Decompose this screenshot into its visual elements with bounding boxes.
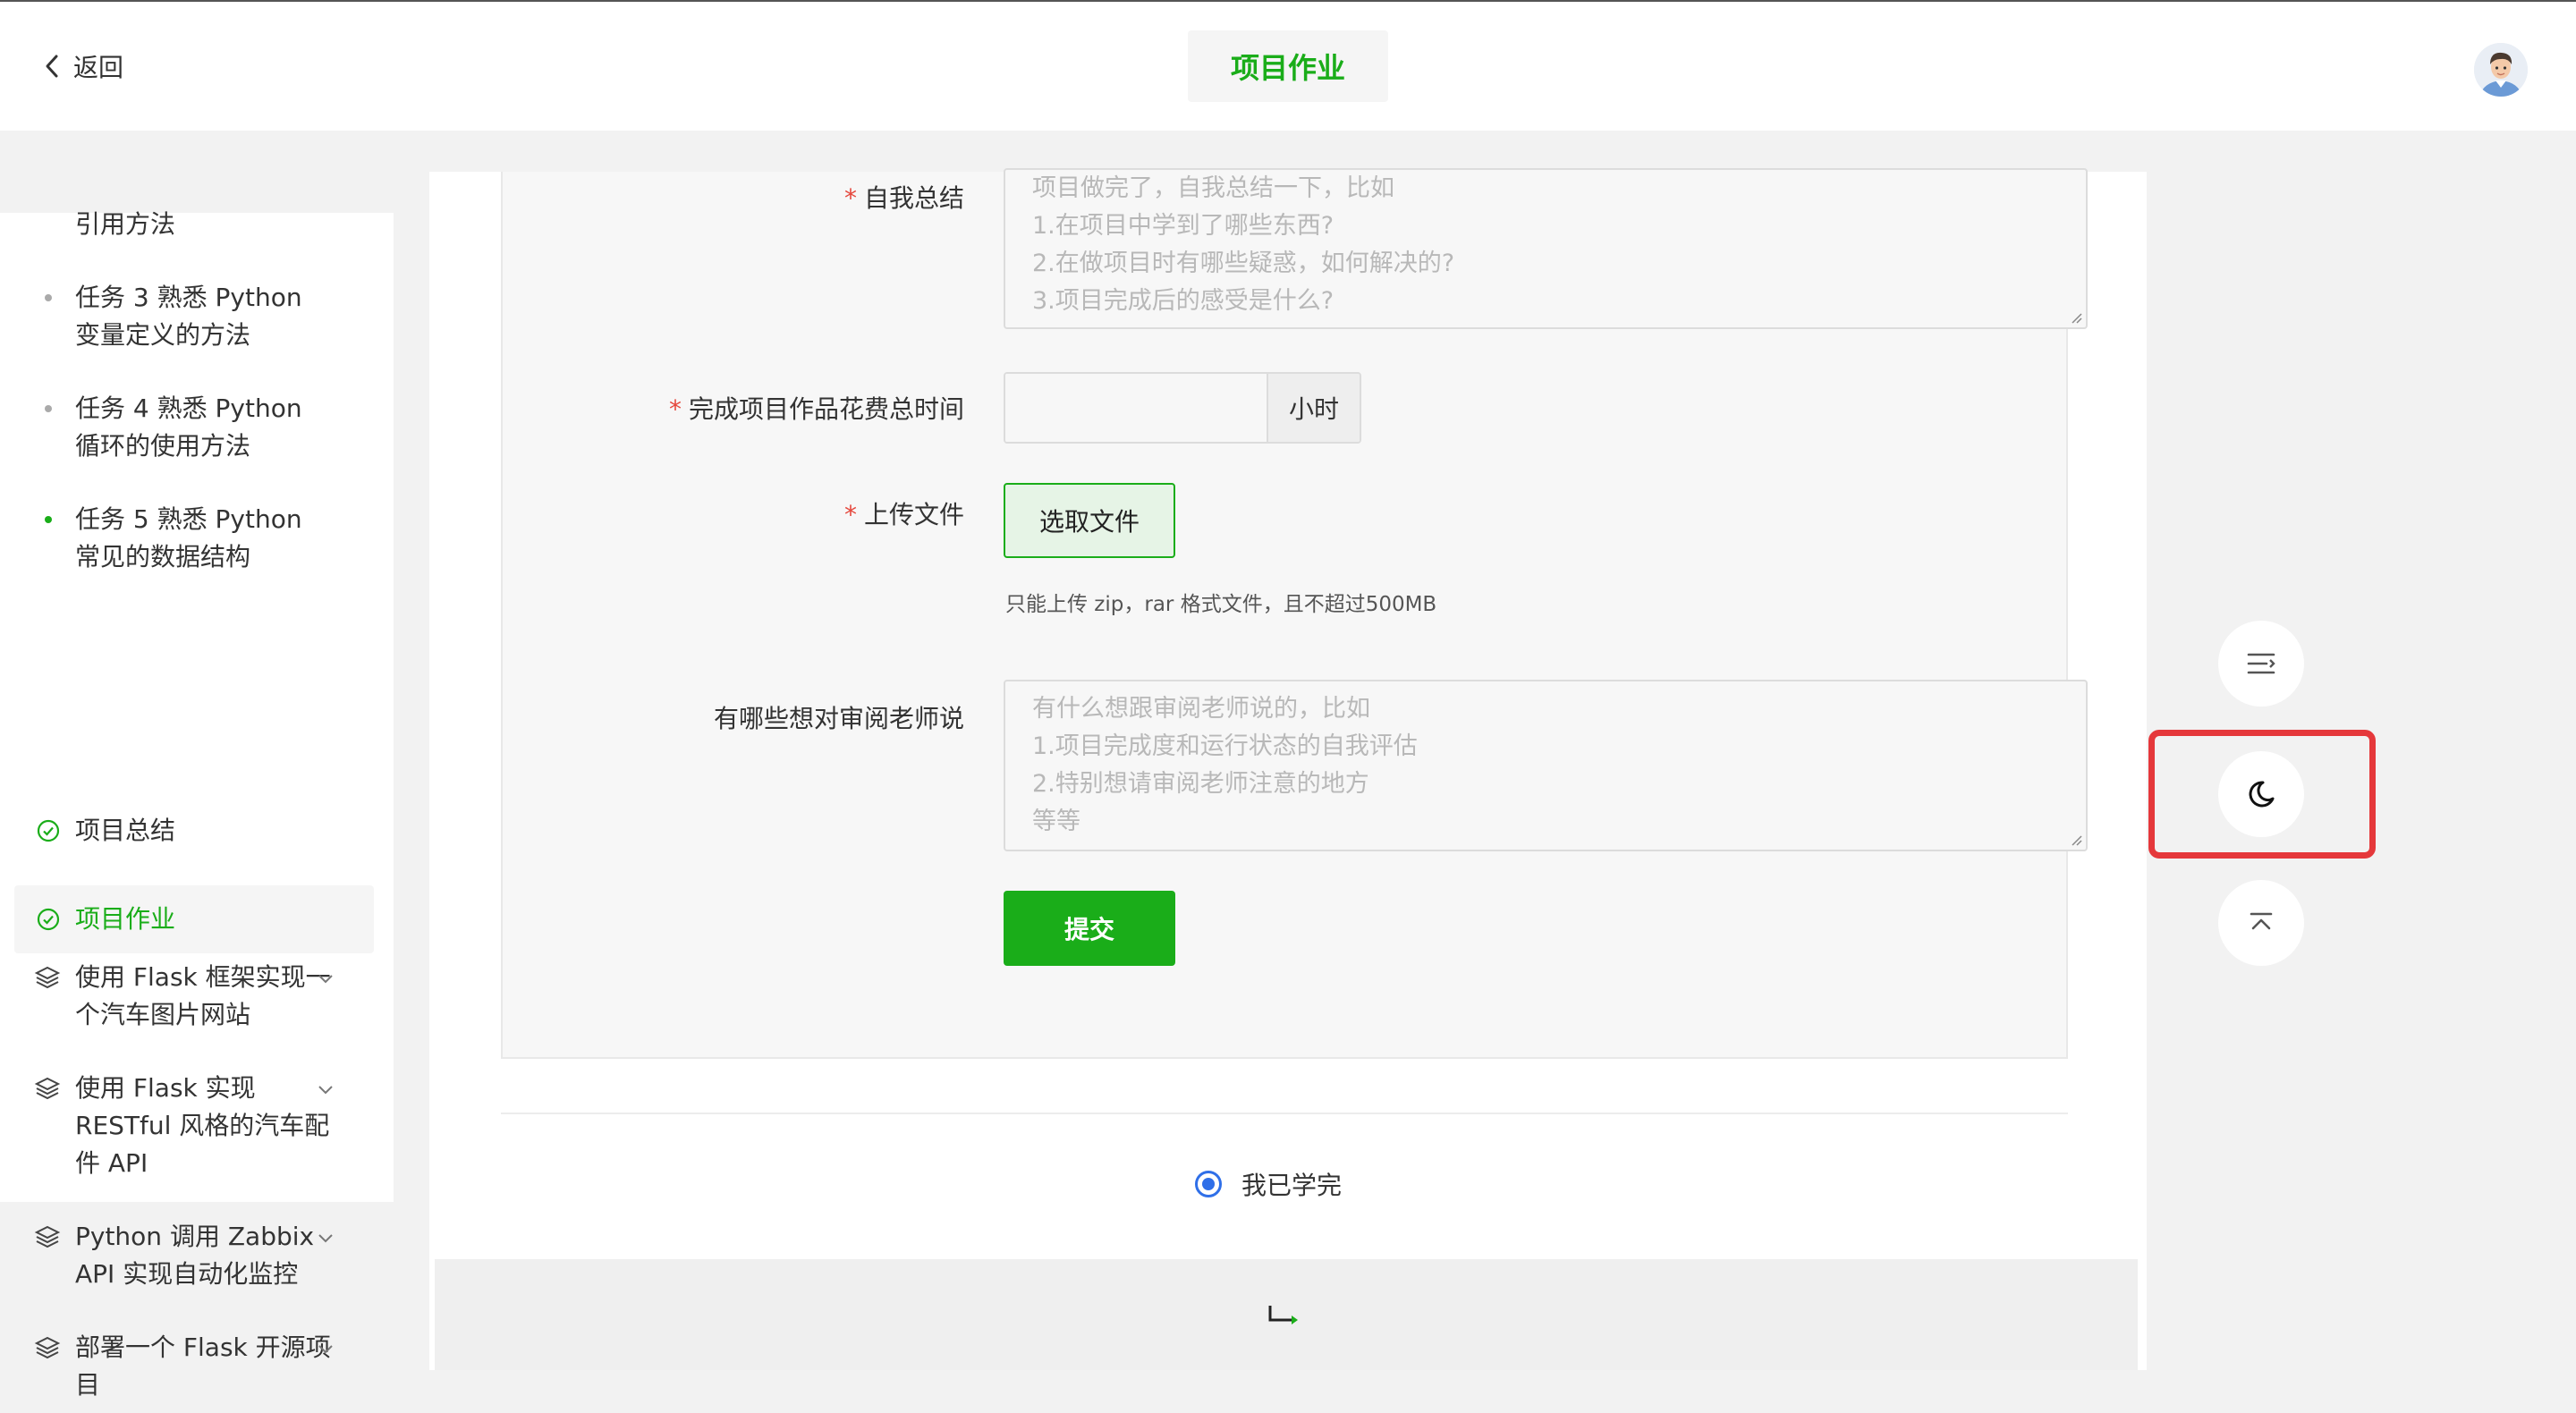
bullet-dot [45,405,52,412]
back-to-top-button[interactable] [2218,880,2304,966]
upload-label-text: 上传文件 [863,500,964,529]
outline-toggle-button[interactable] [2218,621,2304,706]
sidebar-item-flask-restful[interactable]: 使用 Flask 实现 RESTful 风格的汽车配件 API [0,1070,394,1182]
chevron-down-icon[interactable] [315,1079,336,1100]
sidebar-item-project-homework[interactable]: 项目作业 [0,885,394,953]
sidebar-item-label: 使用 Flask 框架实现一个汽车图片网站 [75,962,331,1029]
summary-placeholder-line-4: 3.项目完成后的感受是什么? [1032,287,1335,315]
sidebar-item-label: 任务 4 熟悉 Python 循环的使用方法 [75,393,302,461]
sidebar-item-0[interactable]: 引用方法 [0,206,394,243]
homework-form: * 自我总结 项目做完了，自我总结一下，比如 1.在项目中学到了哪些东西? 2.在… [501,168,2088,1059]
chevron-down-icon[interactable] [315,1338,336,1359]
upload-label: * 上传文件 [844,495,964,531]
completed-label: 我已学完 [1241,1171,1343,1200]
summary-placeholder-line-3: 2.在做项目时有哪些疑惑，如何解决的? [1032,250,1455,277]
completed-radio[interactable]: 我已学完 [1195,1166,1342,1202]
summary-textarea[interactable]: 项目做完了，自我总结一下，比如 1.在项目中学到了哪些东西? 2.在做项目时有哪… [1004,168,2088,329]
footer-next-bar [435,1259,2138,1370]
required-mark: * [668,394,682,424]
summary-label-text: 自我总结 [863,183,964,213]
hours-input[interactable] [1005,374,1267,442]
note-placeholder-line-2: 1.项目完成度和运行状态的自我评估 [1032,732,1418,760]
top-header: 返回 项目作业 [0,2,2576,131]
back-button[interactable]: 返回 [39,48,123,84]
course-outline-sidebar: 引用方法 任务 3 熟悉 Python 变量定义的方法 任务 4 熟悉 Pyth… [0,209,394,1400]
chevron-left-icon [46,55,58,78]
bullet-dot [45,294,52,301]
sidebar-item-project-summary[interactable]: 项目总结 [0,812,394,850]
user-avatar[interactable] [2474,43,2528,97]
back-to-top-icon [2250,912,2273,930]
turn-arrow-icon[interactable] [1267,1302,1302,1327]
reviewer-note-textarea[interactable]: 有什么想跟审阅老师说的，比如 1.项目完成度和运行状态的自我评估 2.特别想请审… [1004,680,2088,851]
sidebar-item-task4[interactable]: 任务 4 熟悉 Python 循环的使用方法 [0,390,394,465]
outline-toggle-icon [2247,653,2275,674]
note-placeholder-line-4: 等等 [1032,808,1080,835]
back-label: 返回 [73,53,124,82]
time-input-group: 小时 [1004,372,1361,444]
submit-button[interactable]: 提交 [1004,891,1175,966]
summary-label: * 自我总结 [844,179,964,215]
check-circle-icon [37,908,60,931]
page-title: 项目作业 [1188,30,1388,102]
sidebar-item-label: 项目总结 [75,816,176,845]
chevron-down-icon[interactable] [315,968,336,989]
hours-unit-addon: 小时 [1267,374,1360,442]
sidebar-item-label: 部署一个 Flask 开源项目 [75,1333,331,1400]
sidebar-item-zabbix[interactable]: Python 调用 Zabbix API 实现自动化监控 [0,1218,394,1293]
radio-checked-icon[interactable] [1195,1171,1222,1197]
summary-placeholder-line-1: 项目做完了，自我总结一下，比如 [1032,174,1394,202]
time-label: * 完成项目作品花费总时间 [669,390,964,426]
sidebar-item-deploy-flask[interactable]: 部署一个 Flask 开源项目 [0,1329,394,1404]
check-circle-icon [37,819,60,842]
note-placeholder-line-3: 2.特别想请审阅老师注意的地方 [1032,770,1369,798]
reviewer-note-label: 有哪些想对审阅老师说 [713,704,964,733]
sidebar-item-task3[interactable]: 任务 3 熟悉 Python 变量定义的方法 [0,279,394,354]
bullet-dot-green [45,516,52,523]
required-mark: * [843,500,857,529]
time-label-text: 完成项目作品花费总时间 [688,394,964,424]
upload-hint: 只能上传 zip，rar 格式文件，且不超过500MB [1005,593,1437,616]
sidebar-item-label: Python 调用 Zabbix API 实现自动化监控 [75,1222,315,1289]
resize-handle-icon[interactable] [2070,833,2082,846]
layers-icon [34,1077,61,1100]
summary-placeholder-line-2: 1.在项目中学到了哪些东西? [1032,212,1335,240]
layers-icon [34,1225,61,1248]
sidebar-item-label: 任务 3 熟悉 Python 变量定义的方法 [75,283,302,350]
section-divider [501,1113,2068,1114]
avatar-illustration-icon [2474,43,2528,97]
choose-file-button[interactable]: 选取文件 [1004,483,1175,558]
note-placeholder-line-1: 有什么想跟审阅老师说的，比如 [1032,695,1370,723]
layers-icon [34,966,61,989]
resize-handle-icon[interactable] [2070,311,2082,324]
highlight-annotation-box [2148,730,2376,859]
chevron-down-icon[interactable] [315,1227,336,1248]
main-content: * 自我总结 项目做完了，自我总结一下，比如 1.在项目中学到了哪些东西? 2.在… [429,168,2147,1370]
sidebar-item-label: 使用 Flask 实现 RESTful 风格的汽车配件 API [75,1073,330,1178]
sidebar-item-label: 任务 5 熟悉 Python 常见的数据结构 [75,504,302,571]
sidebar-item-label: 引用方法 [75,209,176,239]
layers-icon [34,1336,61,1359]
sidebar-item-flask-car-site[interactable]: 使用 Flask 框架实现一个汽车图片网站 [0,959,394,1034]
sidebar-item-label: 项目作业 [75,904,176,934]
required-mark: * [843,183,857,213]
sidebar-item-task5[interactable]: 任务 5 熟悉 Python 常见的数据结构 [0,501,394,576]
